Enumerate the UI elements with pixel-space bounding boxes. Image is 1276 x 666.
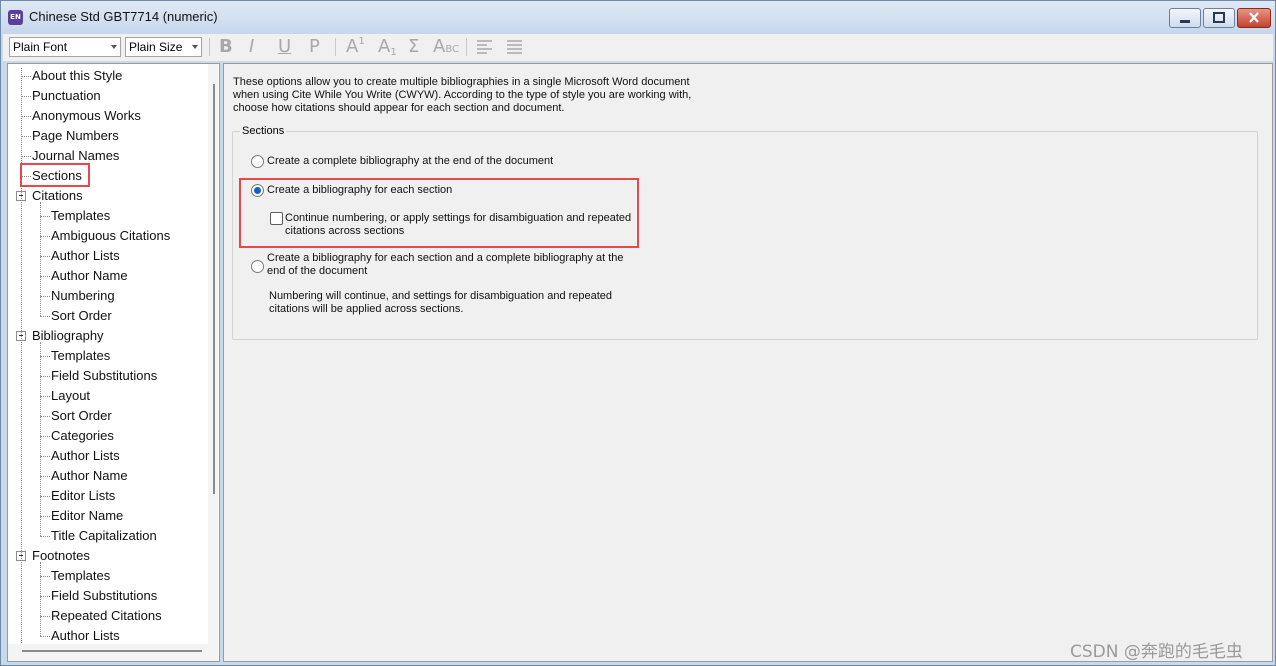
underline-button[interactable]: U bbox=[278, 36, 291, 58]
toolbar-divider bbox=[335, 38, 336, 56]
tree-item[interactable]: Editor Name bbox=[51, 506, 123, 526]
tree-item[interactable]: Templates bbox=[51, 566, 110, 586]
tree-item[interactable]: Page Numbers bbox=[32, 126, 119, 146]
small-caps-button[interactable]: ABC bbox=[433, 36, 459, 58]
style-tree-panel: About this Style Punctuation Anonymous Wor… bbox=[7, 63, 220, 662]
tree-item[interactable]: Numbering bbox=[51, 286, 115, 306]
highlight-box-sections bbox=[20, 163, 90, 187]
tree-connector bbox=[40, 562, 42, 636]
tree-item[interactable]: Field Substitutions bbox=[51, 586, 157, 606]
maximize-button[interactable] bbox=[1203, 8, 1235, 28]
tree-item[interactable]: Punctuation bbox=[32, 86, 101, 106]
tree-item[interactable]: Anonymous Works bbox=[32, 106, 141, 126]
bold-button[interactable]: B bbox=[219, 36, 233, 58]
close-button[interactable] bbox=[1237, 8, 1271, 28]
window-title: Chinese Std GBT7714 (numeric) bbox=[29, 9, 218, 24]
small-caps-letter: A bbox=[433, 36, 446, 57]
close-icon bbox=[1249, 12, 1259, 23]
option1-label[interactable]: Create a complete bibliography at the en… bbox=[267, 155, 553, 168]
symbol-button[interactable]: Σ bbox=[408, 36, 419, 58]
toolbar-divider bbox=[466, 38, 467, 56]
chevron-down-icon bbox=[192, 45, 198, 49]
size-select-value: Plain Size bbox=[129, 40, 183, 54]
superscript-mark: 1 bbox=[358, 36, 365, 47]
intro-text: These options allow you to create multip… bbox=[233, 76, 692, 114]
option3-note: Numbering will continue, and settings fo… bbox=[269, 290, 613, 315]
tree-item[interactable]: Repeated Citations bbox=[51, 606, 162, 626]
tree-item[interactable]: Templates bbox=[51, 346, 110, 366]
subscript-letter: A bbox=[378, 36, 391, 57]
tree-item[interactable]: Bibliography bbox=[32, 326, 104, 346]
format-toolbar: Plain Font Plain Size B I U P A1 A1 Σ AB… bbox=[3, 34, 1273, 62]
highlight-box-option2 bbox=[239, 178, 639, 248]
align-left-icon bbox=[477, 40, 492, 54]
small-caps-mark: BC bbox=[445, 44, 459, 55]
tree-item[interactable]: Field Substitutions bbox=[51, 366, 157, 386]
option3-radio[interactable] bbox=[251, 260, 264, 273]
minimize-icon bbox=[1180, 20, 1190, 23]
toolbar-divider bbox=[209, 38, 210, 56]
tree-item[interactable]: Author Lists bbox=[51, 626, 120, 646]
maximize-icon bbox=[1213, 12, 1225, 23]
font-select[interactable]: Plain Font bbox=[9, 37, 121, 57]
sections-panel: These options allow you to create multip… bbox=[223, 63, 1273, 662]
tree-connector bbox=[40, 342, 42, 536]
tree-connector bbox=[21, 68, 23, 643]
tree-item[interactable]: Author Name bbox=[51, 266, 128, 286]
tree-item[interactable]: Author Name bbox=[51, 466, 128, 486]
tree-item[interactable]: Title Capitalization bbox=[51, 526, 157, 546]
tree-item[interactable]: Layout bbox=[51, 386, 90, 406]
align-left-button[interactable] bbox=[476, 39, 494, 61]
font-select-value: Plain Font bbox=[13, 40, 68, 54]
tree-item[interactable]: About this Style bbox=[32, 66, 122, 86]
tree-connector bbox=[40, 316, 50, 318]
tree-horizontal-scrollbar[interactable] bbox=[8, 644, 218, 661]
chevron-down-icon bbox=[111, 45, 117, 49]
size-select[interactable]: Plain Size bbox=[125, 37, 202, 57]
option3-label[interactable]: Create a bibliography for each section a… bbox=[267, 252, 627, 278]
tree-item[interactable]: Ambiguous Citations bbox=[51, 226, 170, 246]
superscript-button[interactable]: A1 bbox=[346, 36, 365, 58]
sections-group-label: Sections bbox=[240, 125, 287, 137]
justify-icon bbox=[507, 40, 522, 54]
tree-item[interactable]: Author Lists bbox=[51, 246, 120, 266]
endnote-app-icon: EN bbox=[8, 10, 23, 25]
subscript-button[interactable]: A1 bbox=[378, 36, 397, 58]
tree-connector bbox=[40, 536, 50, 538]
tree-item[interactable]: Author Lists bbox=[51, 446, 120, 466]
italic-button[interactable]: I bbox=[249, 36, 254, 58]
tree-item[interactable]: Templates bbox=[51, 206, 110, 226]
tree-item[interactable]: Editor Lists bbox=[51, 486, 115, 506]
plain-button[interactable]: P bbox=[309, 36, 320, 58]
title-bar: EN Chinese Std GBT7714 (numeric) bbox=[1, 1, 1275, 34]
watermark: CSDN @奔跑的毛毛虫 bbox=[1070, 642, 1243, 662]
tree-connector bbox=[40, 636, 50, 638]
superscript-letter: A bbox=[346, 36, 359, 57]
option1-radio[interactable] bbox=[251, 155, 264, 168]
tree-horizontal-scroll-thumb[interactable] bbox=[22, 650, 202, 652]
minimize-button[interactable] bbox=[1169, 8, 1201, 28]
subscript-mark: 1 bbox=[390, 47, 397, 58]
app-window: EN Chinese Std GBT7714 (numeric) Plain F… bbox=[0, 0, 1276, 666]
tree-item[interactable]: Sort Order bbox=[51, 406, 112, 426]
tree-vertical-scroll-thumb[interactable] bbox=[213, 84, 215, 494]
justify-button[interactable] bbox=[506, 39, 524, 61]
tree-connector bbox=[40, 202, 42, 316]
tree-item[interactable]: Sort Order bbox=[51, 306, 112, 326]
tree-item[interactable]: Categories bbox=[51, 426, 114, 446]
